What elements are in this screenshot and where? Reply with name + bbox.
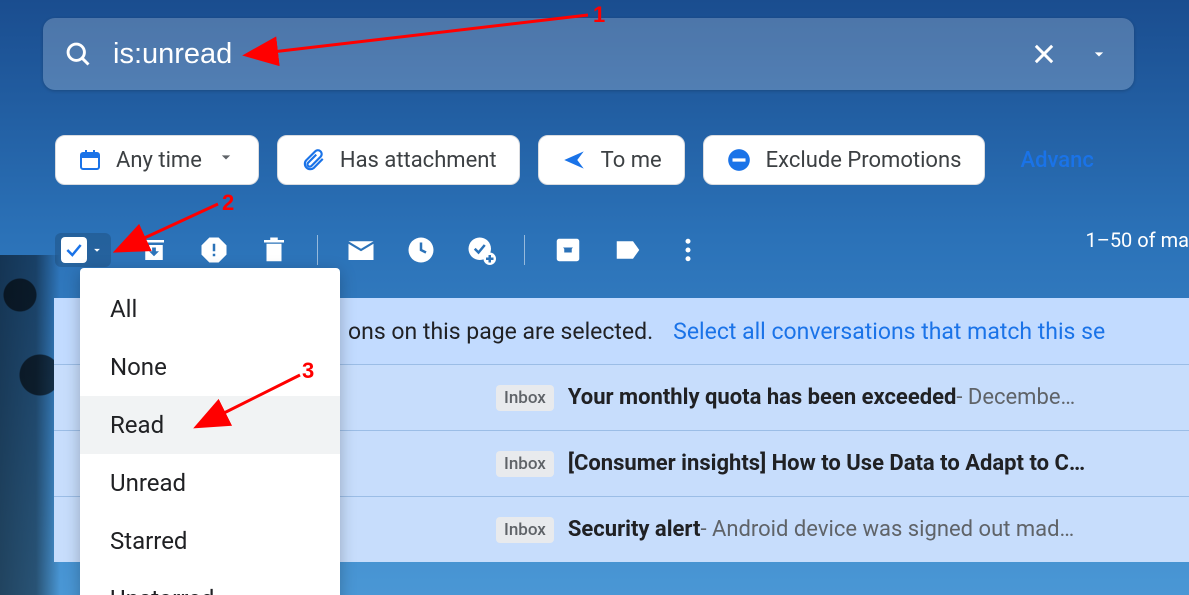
labels-icon[interactable] xyxy=(611,233,645,267)
chip-label: Has attachment xyxy=(340,148,497,173)
delete-icon[interactable] xyxy=(257,233,291,267)
select-dropdown-menu: All None Read Unread Starred Unstarred xyxy=(80,268,340,595)
chip-exclude-promotions[interactable]: Exclude Promotions xyxy=(703,135,985,185)
checkbox-icon xyxy=(61,237,87,263)
clear-search-icon[interactable] xyxy=(1016,27,1071,82)
dropdown-item-none[interactable]: None xyxy=(80,338,340,396)
more-icon[interactable] xyxy=(671,233,705,267)
toolbar-separator xyxy=(317,235,318,265)
snooze-icon[interactable] xyxy=(404,233,438,267)
search-bar xyxy=(43,18,1134,90)
dropdown-item-read[interactable]: Read xyxy=(80,396,340,454)
chip-to-me[interactable]: To me xyxy=(538,135,685,185)
report-spam-icon[interactable] xyxy=(197,233,231,267)
message-subject: [Consumer insights] How to Use Data to A… xyxy=(568,451,1085,476)
chip-label: Any time xyxy=(116,148,202,173)
dropdown-item-all[interactable]: All xyxy=(80,280,340,338)
chip-has-attachment[interactable]: Has attachment xyxy=(277,135,520,185)
mark-read-icon[interactable] xyxy=(344,233,378,267)
message-subject: Your monthly quota has been exceeded xyxy=(568,385,957,410)
toolbar-separator xyxy=(524,235,525,265)
chip-label: To me xyxy=(601,148,662,173)
chip-label: Exclude Promotions xyxy=(766,148,962,173)
minus-circle-icon xyxy=(726,147,752,173)
label-badge: Inbox xyxy=(496,385,554,411)
label-badge: Inbox xyxy=(496,451,554,477)
search-input[interactable] xyxy=(113,38,1016,71)
dropdown-item-starred[interactable]: Starred xyxy=(80,512,340,570)
archive-icon[interactable] xyxy=(137,233,171,267)
add-to-tasks-icon[interactable] xyxy=(464,233,498,267)
select-all-matching-link[interactable]: Select all conversations that match this… xyxy=(673,318,1105,345)
selection-banner: ons on this page are selected. Select al… xyxy=(340,298,1189,364)
chevron-down-icon xyxy=(89,243,105,257)
background-trees xyxy=(0,255,60,595)
message-snippet: - Android device was signed out mad… xyxy=(700,517,1074,542)
calendar-icon xyxy=(78,148,102,172)
arrow-right-icon xyxy=(561,147,587,173)
filter-chips-row: Any time Has attachment To me Exclude Pr… xyxy=(55,130,1189,190)
search-options-dropdown-icon[interactable] xyxy=(1071,27,1126,82)
search-icon[interactable] xyxy=(43,40,113,68)
message-snippet: - Decembe… xyxy=(956,385,1075,410)
dropdown-item-unstarred[interactable]: Unstarred xyxy=(80,570,340,595)
selection-banner-text: ons on this page are selected. xyxy=(348,318,653,345)
dropdown-item-unread[interactable]: Unread xyxy=(80,454,340,512)
advanced-search-link[interactable]: Advanc xyxy=(1021,148,1094,173)
pagination-text: 1–50 of ma xyxy=(1085,228,1189,252)
chevron-down-icon xyxy=(216,147,236,173)
message-subject: Security alert xyxy=(568,517,701,542)
select-all-checkbox[interactable] xyxy=(55,233,111,267)
attachment-icon xyxy=(300,147,326,173)
move-to-icon[interactable] xyxy=(551,233,585,267)
label-badge: Inbox xyxy=(496,517,554,543)
annotation-number-2: 2 xyxy=(222,190,234,215)
chip-any-time[interactable]: Any time xyxy=(55,135,259,185)
